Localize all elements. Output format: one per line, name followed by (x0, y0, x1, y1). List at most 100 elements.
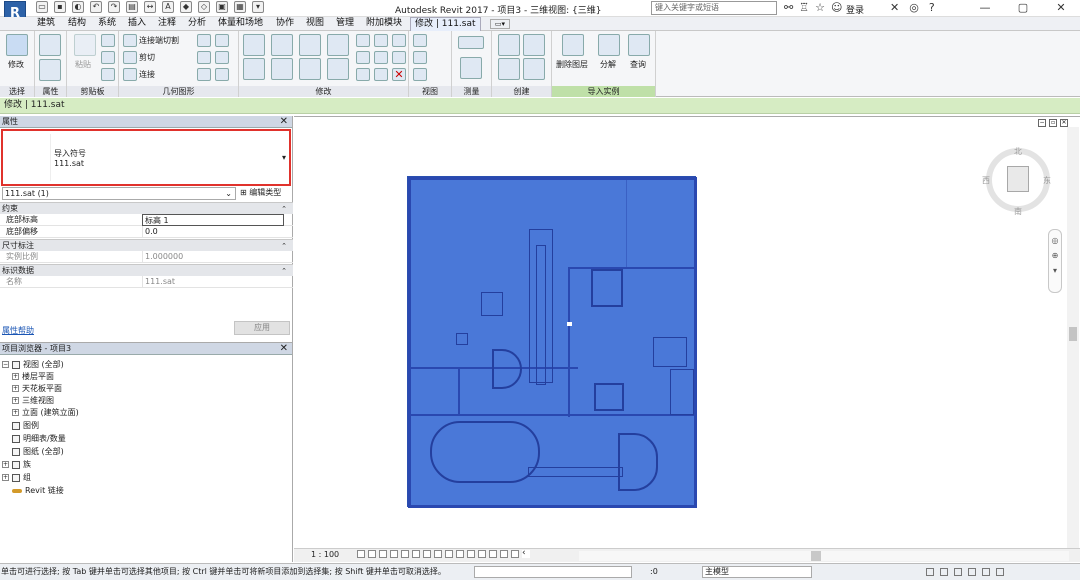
view-restore-icon[interactable]: ▫ (1049, 119, 1057, 127)
expand-icon[interactable]: + (12, 385, 19, 392)
select-underlay-icon[interactable] (940, 568, 948, 576)
section-dimensions[interactable]: 尺寸标注 ⌃ (0, 239, 293, 251)
align-icon[interactable] (243, 34, 265, 56)
expand-icon[interactable]: + (2, 461, 9, 468)
tree-item-views[interactable]: − 视图 (全部) (2, 359, 64, 370)
tab-manage[interactable]: 管理 (336, 17, 354, 31)
tree-item-families[interactable]: + 族 (2, 459, 31, 470)
join-cut-label[interactable]: 连接端切割 (139, 35, 179, 46)
tree-item-schedules[interactable]: 明细表/数量 (2, 433, 66, 444)
split-icon[interactable] (356, 34, 370, 47)
minimize-icon[interactable]: — (966, 0, 1004, 17)
tab-collaborate[interactable]: 协作 (276, 17, 294, 31)
view-minimize-icon[interactable]: − (1038, 119, 1046, 127)
group-geometry-label[interactable]: 几何图形 (119, 86, 238, 97)
query-label[interactable]: 查询 (630, 59, 646, 70)
create-parts-icon[interactable] (523, 34, 545, 56)
visual-style-icon[interactable] (368, 550, 376, 558)
section-constraints[interactable]: 约束 ⌃ (0, 202, 293, 214)
base-offset-field[interactable]: 0.0 (142, 226, 284, 238)
undo-icon[interactable]: ↶ (90, 1, 102, 13)
delete-layers-label[interactable]: 删除图层 (556, 59, 588, 70)
customize-qat-icon[interactable]: ▾ (252, 1, 264, 13)
extend-icon[interactable] (374, 68, 388, 81)
cut-icon[interactable] (123, 51, 137, 64)
nav-bar-options-icon[interactable]: ▾ (1049, 266, 1061, 275)
expand-icon[interactable]: + (12, 373, 19, 380)
tab-view[interactable]: 视图 (306, 17, 324, 31)
compass-west[interactable]: 西 (982, 175, 990, 186)
horizontal-scrollbar[interactable] (579, 551, 1069, 561)
modify-label[interactable]: 修改 (8, 59, 24, 70)
properties-help-link[interactable]: 属性帮助 (2, 325, 34, 336)
ribbon-minimize-icon[interactable]: ▭▾ (490, 19, 510, 29)
split-gap-icon[interactable] (374, 34, 388, 47)
detail-level-icon[interactable] (357, 550, 365, 558)
drag-elements-icon[interactable] (982, 568, 990, 576)
show-crop-icon[interactable] (423, 550, 431, 558)
temp-view-properties-icon[interactable] (467, 550, 475, 558)
paste-icon[interactable] (74, 34, 96, 56)
tab-addins[interactable]: 附加模块 (366, 17, 402, 31)
expand-icon[interactable]: + (12, 397, 19, 404)
dimension-icon[interactable] (460, 57, 482, 79)
design-option-select[interactable]: 主模型 (702, 566, 812, 578)
compass-east[interactable]: 东 (1043, 175, 1051, 186)
offset-icon[interactable] (271, 34, 293, 56)
select-by-face-icon[interactable] (968, 568, 976, 576)
type-dropdown-icon[interactable]: ▾ (282, 153, 286, 162)
base-level-field[interactable]: 标高 1 (142, 214, 284, 226)
query-icon[interactable] (628, 34, 650, 56)
tree-item-revit-links[interactable]: Revit 链接 (12, 485, 64, 496)
select-pinned-icon[interactable] (954, 568, 962, 576)
zoom-icon[interactable]: ⊕ (1049, 251, 1061, 260)
filter-icon[interactable] (996, 568, 1004, 576)
move-icon[interactable] (243, 58, 265, 80)
open-icon[interactable]: ▭ (36, 1, 48, 13)
reveal-constraints-icon[interactable] (500, 550, 508, 558)
reveal-hidden-icon[interactable] (456, 550, 464, 558)
browser-close-icon[interactable]: ✕ (280, 343, 288, 355)
vertical-scroll-thumb[interactable] (1069, 327, 1077, 341)
viewcube-top-face[interactable] (1007, 166, 1029, 192)
a360-icon[interactable]: ◎ (909, 1, 919, 14)
unpin-icon[interactable] (392, 51, 406, 64)
create-group-icon[interactable] (498, 58, 520, 80)
paint-icon[interactable] (215, 68, 229, 81)
geometry-tool-5-icon[interactable] (197, 68, 211, 81)
tab-modify-sat[interactable]: 修改 | 111.sat (410, 17, 481, 31)
mirror-draw-icon[interactable] (327, 34, 349, 56)
match-type-icon[interactable] (101, 68, 115, 81)
lock-view-icon[interactable] (434, 550, 442, 558)
properties-icon[interactable] (39, 34, 61, 56)
explode-icon[interactable] (598, 34, 620, 56)
worksharing-display-icon[interactable] (511, 550, 519, 558)
tab-architecture[interactable]: 建筑 (37, 17, 55, 31)
print-icon[interactable]: ▤ (126, 1, 138, 13)
select-links-icon[interactable] (926, 568, 934, 576)
horizontal-scroll-thumb[interactable] (811, 551, 821, 561)
analysis-display-icon[interactable] (478, 550, 486, 558)
favorites-icon[interactable]: ☆ (815, 1, 825, 14)
compass-south[interactable]: 南 (1014, 206, 1022, 217)
tab-structure[interactable]: 结构 (68, 17, 86, 31)
section-icon[interactable]: ◇ (198, 1, 210, 13)
temp-hide-icon[interactable] (445, 550, 453, 558)
tree-item-groups[interactable]: + 组 (2, 472, 31, 483)
subscription-icon[interactable]: ♖ (799, 1, 809, 14)
tree-item-legends[interactable]: 图例 (12, 420, 39, 431)
crop-view-icon[interactable] (412, 550, 420, 558)
create-similar-icon[interactable] (523, 58, 545, 80)
linework-icon[interactable] (413, 68, 427, 81)
copy-icon[interactable] (101, 34, 115, 47)
help-icon[interactable]: ? (929, 1, 935, 14)
modify-cursor-icon[interactable] (6, 34, 28, 56)
tab-analyze[interactable]: 分析 (188, 17, 206, 31)
shadows-icon[interactable] (390, 550, 398, 558)
cut-label[interactable]: 剪切 (139, 52, 155, 63)
sun-path-icon[interactable] (379, 550, 387, 558)
trim-extend-icon[interactable] (356, 68, 370, 81)
vertical-scrollbar[interactable] (1067, 127, 1079, 561)
array-icon[interactable] (356, 51, 370, 64)
tree-item-3d-views[interactable]: + 三维视图 (12, 395, 54, 406)
